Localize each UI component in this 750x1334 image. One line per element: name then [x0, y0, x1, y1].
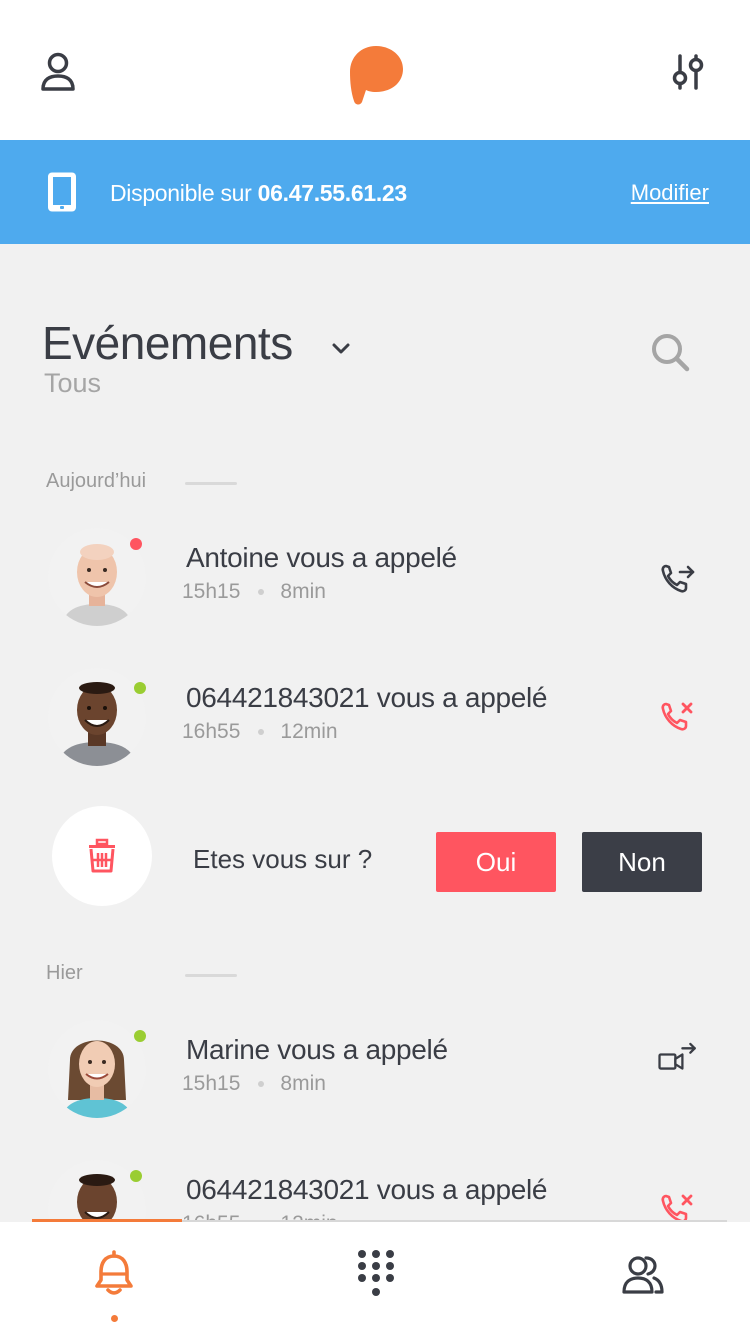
mobile-phone-icon [48, 172, 76, 212]
call-meta: 15h15 8min [182, 580, 326, 603]
section-today: Aujourd’hui [46, 470, 147, 492]
delete-button[interactable] [52, 806, 152, 906]
nav-notifications[interactable] [84, 1244, 144, 1304]
status-dot-online [134, 682, 146, 694]
modify-link[interactable]: Modifier [631, 180, 709, 206]
missed-call-icon[interactable] [656, 698, 700, 738]
filter-label: Tous [44, 368, 102, 398]
nav-active-indicator [32, 1219, 182, 1222]
page-title: Evénements [42, 317, 293, 369]
confirm-no-button[interactable]: Non [582, 832, 702, 892]
avatar [48, 1020, 146, 1118]
user-icon [41, 52, 75, 91]
phone-number: 06.47.55.61.23 [257, 180, 408, 206]
bell-icon [95, 1250, 133, 1295]
call-row[interactable]: Marine vous a appelé 15h15 8min [0, 1010, 750, 1130]
nav-contacts[interactable] [612, 1244, 672, 1304]
dialpad-icon [358, 1250, 394, 1296]
confirm-question: Etes vous sur ? [193, 844, 373, 874]
call-title: Marine vous a appelé [186, 1034, 448, 1065]
nav-active-dot [111, 1315, 118, 1322]
confirm-yes-button[interactable]: Oui [436, 832, 556, 892]
call-row[interactable]: 064421843021 vous a appelé 16h5512min [0, 658, 750, 778]
search-icon[interactable] [646, 328, 694, 376]
status-dot-busy [130, 538, 142, 550]
profile-button[interactable] [32, 46, 84, 98]
call-meta: 16h5512min [182, 720, 338, 743]
section-yesterday: Hier [46, 962, 83, 984]
nav-divider [182, 1220, 727, 1222]
status-dot-online [130, 1170, 142, 1182]
nav-dialpad[interactable] [346, 1244, 406, 1304]
availability-text: Disponible sur 06.47.55.61.23 [110, 180, 408, 206]
call-title: 064421843021 vous a appelé [186, 1174, 548, 1205]
call-row[interactable]: Antoine vous a appelé 15h15 8min [0, 518, 750, 638]
section-divider [185, 482, 237, 485]
settings-button[interactable] [662, 46, 714, 98]
contacts-icon [622, 1256, 664, 1294]
app-header [0, 0, 750, 140]
chevron-down-icon[interactable] [328, 336, 354, 362]
section-divider [185, 974, 237, 977]
trash-icon [89, 838, 115, 873]
speech-bubble-logo [350, 46, 403, 105]
status-dot-online [134, 1030, 146, 1042]
availability-banner: Disponible sur 06.47.55.61.23 Modifier [0, 140, 750, 244]
call-title: 064421843021 vous a appelé [186, 682, 548, 713]
outgoing-video-icon[interactable] [656, 1038, 700, 1078]
sliders-icon [672, 54, 704, 90]
call-title: Antoine vous a appelé [186, 542, 457, 573]
outgoing-call-icon[interactable] [656, 560, 700, 600]
avatar [48, 668, 146, 766]
call-meta: 15h15 8min [182, 1072, 326, 1095]
